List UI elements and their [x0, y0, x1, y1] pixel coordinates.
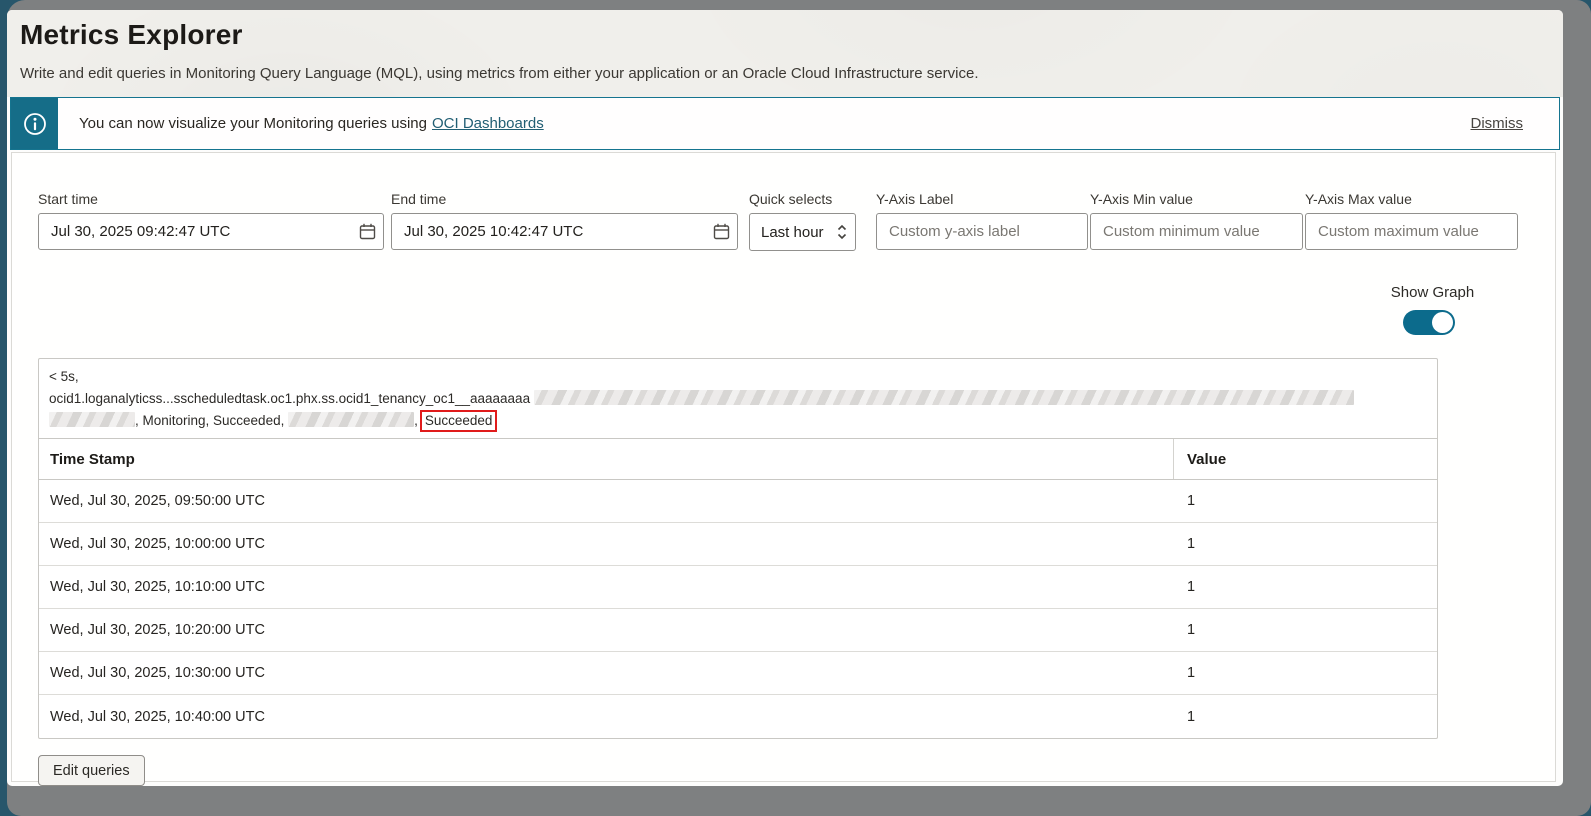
- timestamp-cell: Wed, Jul 30, 2025, 09:50:00 UTC: [50, 493, 265, 509]
- quick-selects-value: Last hour: [761, 223, 824, 241]
- chevron-up-down-icon: [827, 224, 847, 240]
- y-axis-max-input[interactable]: [1305, 213, 1518, 250]
- metrics-explorer-window: Metrics Explorer Write and edit queries …: [7, 10, 1563, 786]
- info-icon: [23, 112, 47, 136]
- redacted-block: [288, 412, 415, 427]
- column-header-timestamp: Time Stamp: [39, 439, 1174, 479]
- timestamp-cell: Wed, Jul 30, 2025, 10:40:00 UTC: [50, 708, 265, 725]
- query-legend: < 5s, ocid1.loganalyticss...sscheduledta…: [39, 359, 1437, 439]
- calendar-icon[interactable]: [713, 223, 730, 240]
- start-time-input[interactable]: [38, 213, 384, 250]
- edit-queries-button[interactable]: Edit queries: [38, 755, 145, 786]
- value-cell: 1: [1187, 708, 1196, 725]
- y-axis-min-input[interactable]: [1090, 213, 1303, 250]
- value-cell: 1: [1187, 493, 1196, 509]
- redacted-block: [49, 412, 135, 427]
- start-time-label: Start time: [38, 191, 98, 207]
- legend-duration: < 5s,: [49, 369, 79, 384]
- value-cell: 1: [1187, 579, 1196, 595]
- y-axis-label-label: Y-Axis Label: [876, 191, 954, 207]
- page-header: Metrics Explorer Write and edit queries …: [7, 10, 1563, 97]
- page-title: Metrics Explorer: [20, 19, 243, 50]
- legend-line-1: < 5s,: [49, 366, 1427, 388]
- table-row: Wed, Jul 30, 2025, 10:00:00 UTC 1: [39, 523, 1437, 566]
- y-axis-max-label: Y-Axis Max value: [1305, 191, 1412, 207]
- dismiss-link[interactable]: Dismiss: [1471, 115, 1524, 132]
- column-header-value: Value: [1187, 450, 1227, 468]
- highlight-annotation-box: Succeeded: [419, 410, 498, 432]
- end-time-label: End time: [391, 191, 447, 207]
- legend-status-text: , Monitoring, Succeeded,: [135, 413, 285, 428]
- end-time-input[interactable]: [391, 213, 738, 250]
- show-graph-label: Show Graph: [1390, 284, 1475, 301]
- table-row: Wed, Jul 30, 2025, 09:50:00 UTC 1: [39, 480, 1437, 523]
- calendar-icon[interactable]: [359, 223, 376, 240]
- table-row: Wed, Jul 30, 2025, 10:40:00 UTC 1: [39, 695, 1437, 738]
- quick-selects-dropdown[interactable]: Last hour: [749, 213, 856, 251]
- info-banner: You can now visualize your Monitoring qu…: [10, 97, 1560, 150]
- timestamp-cell: Wed, Jul 30, 2025, 10:00:00 UTC: [50, 536, 265, 552]
- legend-line-3: , Monitoring, Succeeded, , Succeeded: [49, 410, 1427, 432]
- toggle-knob: [1432, 312, 1453, 333]
- timestamp-cell: Wed, Jul 30, 2025, 10:30:00 UTC: [50, 665, 265, 681]
- table-row: Wed, Jul 30, 2025, 10:10:00 UTC 1: [39, 566, 1437, 609]
- legend-comma: ,: [414, 413, 418, 428]
- legend-ocid: ocid1.loganalyticss...sscheduledtask.oc1…: [49, 391, 531, 406]
- timestamp-cell: Wed, Jul 30, 2025, 10:10:00 UTC: [50, 579, 265, 595]
- oci-dashboards-link[interactable]: OCI Dashboards: [432, 115, 544, 132]
- y-axis-label-input[interactable]: [876, 213, 1088, 250]
- page-subtitle: Write and edit queries in Monitoring Que…: [20, 65, 979, 82]
- redacted-block: [534, 390, 1355, 405]
- table-row: Wed, Jul 30, 2025, 10:30:00 UTC 1: [39, 652, 1437, 695]
- banner-message-text: You can now visualize your Monitoring qu…: [79, 115, 427, 132]
- table-header-row: Time Stamp Value: [39, 439, 1437, 480]
- main-panel: Start time End time Quick selects Last h…: [11, 152, 1556, 786]
- show-graph-toggle[interactable]: [1403, 310, 1455, 335]
- table-row: Wed, Jul 30, 2025, 10:20:00 UTC 1: [39, 609, 1437, 652]
- timestamp-cell: Wed, Jul 30, 2025, 10:20:00 UTC: [50, 622, 265, 638]
- value-cell: 1: [1187, 665, 1196, 681]
- table-body: Wed, Jul 30, 2025, 09:50:00 UTC 1 Wed, J…: [39, 480, 1437, 738]
- highlighted-status: Succeeded: [424, 413, 493, 428]
- y-axis-min-label: Y-Axis Min value: [1090, 191, 1193, 207]
- query-results-box: < 5s, ocid1.loganalyticss...sscheduledta…: [38, 358, 1438, 739]
- value-cell: 1: [1187, 536, 1196, 552]
- info-icon-box: [11, 98, 58, 149]
- banner-message: You can now visualize your Monitoring qu…: [79, 98, 544, 149]
- quick-selects-label: Quick selects: [749, 191, 833, 207]
- legend-line-2: ocid1.loganalyticss...sscheduledtask.oc1…: [49, 388, 1427, 410]
- value-cell: 1: [1187, 622, 1196, 638]
